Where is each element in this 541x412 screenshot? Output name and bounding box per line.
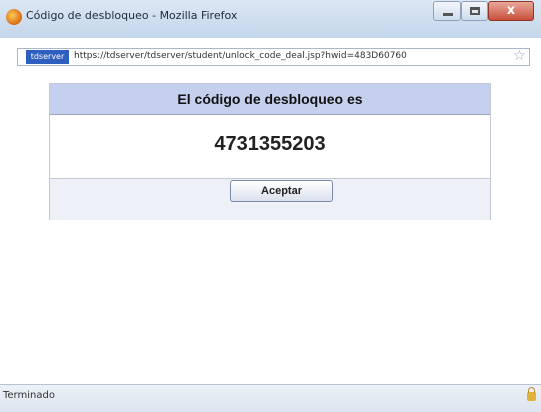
minimize-icon [443,13,453,16]
close-button[interactable]: x [488,1,534,21]
maximize-icon [470,7,480,15]
status-text: Terminado [3,390,55,401]
accept-button[interactable]: Aceptar [230,180,333,202]
site-identity-badge[interactable]: tdserver [26,50,69,64]
browser-window: Código de desbloqueo - Mozilla Firefox x… [0,0,541,412]
unlock-code-value: 4731355203 [214,133,326,155]
url-text[interactable]: https://tdserver/tdserver/student/unlock… [74,51,510,61]
lock-icon[interactable] [527,387,536,401]
status-bar [0,384,541,412]
close-icon: x [506,3,516,18]
firefox-icon [6,9,22,25]
window-title: Código de desbloqueo - Mozilla Firefox [26,9,238,22]
panel-header: El código de desbloqueo es [50,84,490,115]
maximize-button[interactable] [461,1,488,21]
bookmark-star-icon[interactable]: ☆ [513,48,526,64]
minimize-button[interactable] [433,1,461,21]
